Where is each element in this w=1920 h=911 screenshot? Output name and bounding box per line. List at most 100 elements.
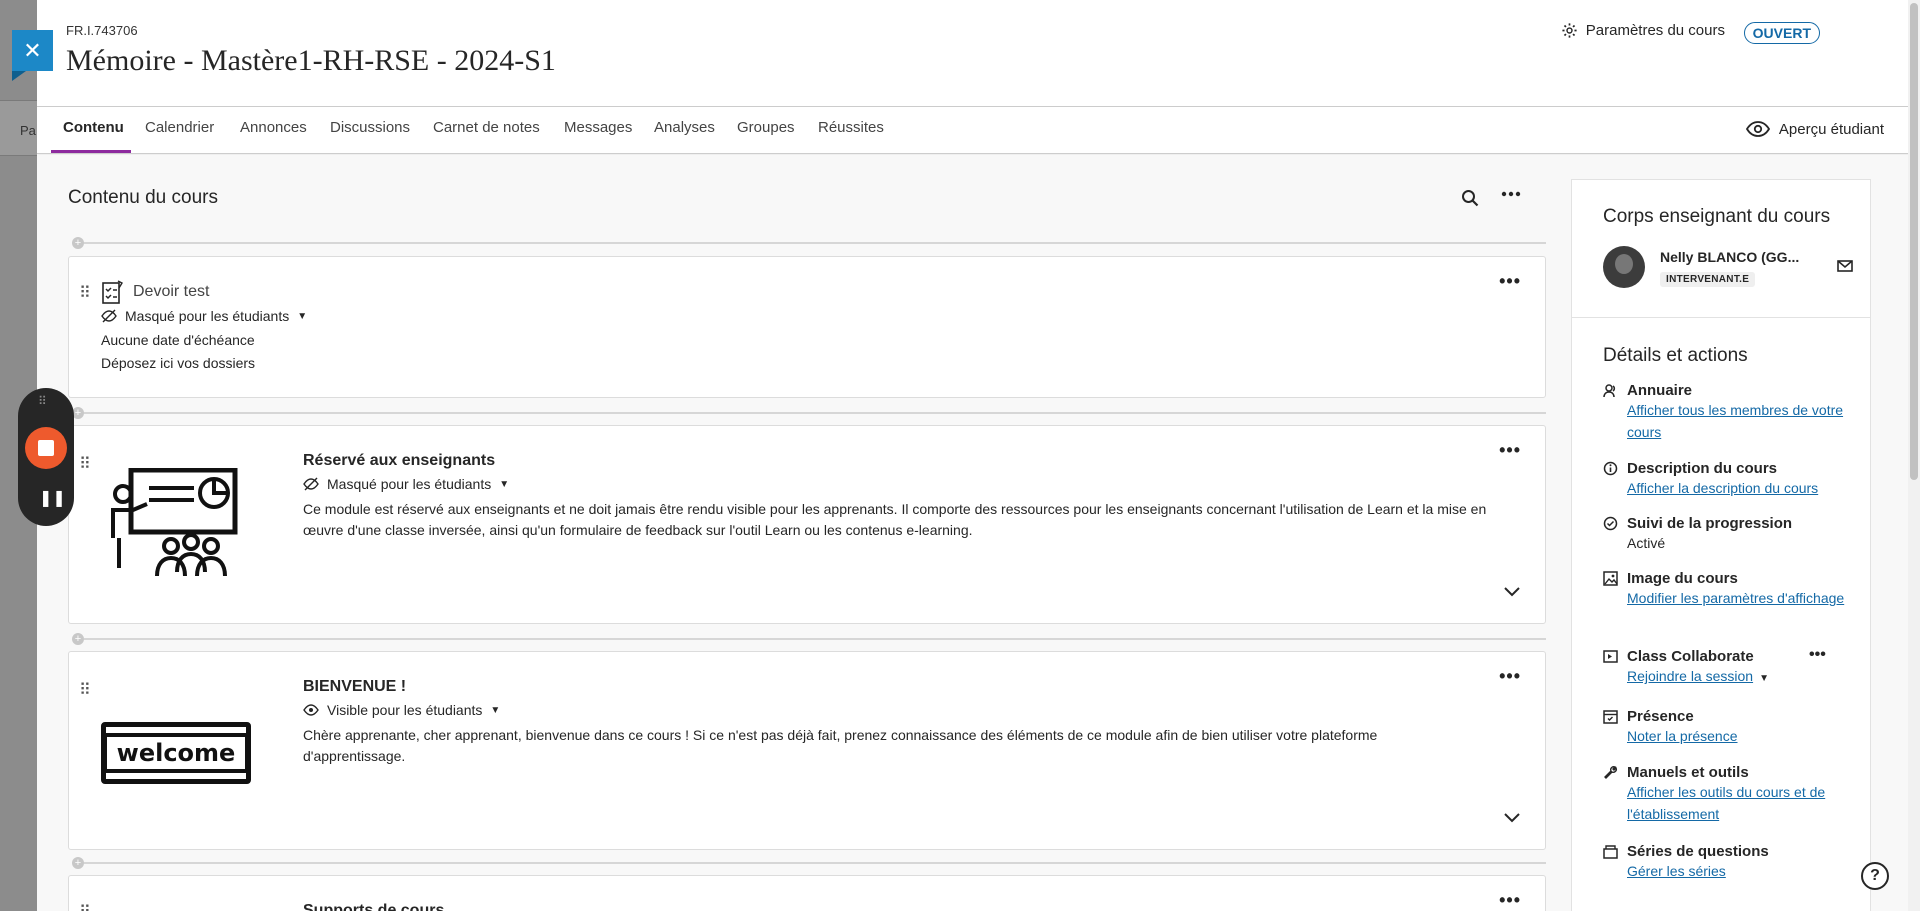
scrollbar-thumb[interactable] [1910, 3, 1918, 480]
tab-groupes[interactable]: Groupes [737, 119, 795, 136]
close-button[interactable]: ✕ [12, 30, 53, 71]
tab-analyses[interactable]: Analyses [654, 119, 715, 136]
drag-handle-icon[interactable]: ⠿ [79, 283, 91, 303]
instructors-title: Corps enseignant du cours [1603, 206, 1831, 227]
visibility-dropdown[interactable]: Visible pour les étudiants ▼ [303, 702, 500, 718]
content-title: Contenu du cours [68, 187, 218, 208]
action-title: Annuaire [1627, 382, 1693, 399]
action-image: Image du cours Modifier les paramètres d… [1603, 570, 1863, 609]
welcome-banner-text: welcome [102, 733, 250, 773]
item-title[interactable]: Devoir test [133, 283, 209, 301]
tab-annonces[interactable]: Annonces [240, 119, 307, 136]
eye-refresh-icon [1745, 121, 1770, 137]
tab-contenu[interactable]: Contenu [63, 119, 124, 136]
stop-recording-button[interactable] [25, 427, 67, 469]
search-icon[interactable] [1461, 189, 1479, 207]
course-id: FR.I.743706 [66, 23, 138, 38]
plus-icon[interactable]: + [72, 857, 84, 869]
visibility-label: Masqué pour les étudiants [125, 308, 290, 324]
teacher-presentation-icon [111, 468, 238, 577]
pause-icon[interactable]: ❚❚ [39, 488, 66, 508]
caret-down-icon[interactable]: ▼ [1759, 673, 1769, 684]
course-status-badge: OUVERT [1743, 22, 1820, 44]
sidebar-divider [1572, 317, 1870, 318]
due-date: Aucune date d'échéance [101, 332, 255, 348]
item-more-icon[interactable]: ••• [1499, 890, 1521, 911]
action-link[interactable]: Modifier les paramètres d'affichage [1627, 590, 1844, 606]
question-bank-icon [1603, 844, 1618, 859]
info-icon [1603, 461, 1618, 476]
item-title[interactable]: Supports de cours [303, 902, 444, 911]
content-item-devoir: ⠿ Devoir test Masqué pour les étudiants ▼… [68, 256, 1546, 398]
add-content-divider[interactable]: + [68, 405, 1546, 421]
course-panel: FR.I.743706 Mémoire - Mastère1-RH-RSE - … [37, 0, 1920, 911]
plus-icon[interactable]: + [72, 237, 84, 249]
action-series: Séries de questions Gérer les séries [1603, 843, 1863, 882]
course-settings-button[interactable]: Paramètres du cours [1561, 22, 1725, 39]
instructor-name[interactable]: Nelly BLANCO (GG... [1660, 249, 1799, 265]
action-title: Image du cours [1627, 570, 1738, 587]
action-link[interactable]: Rejoindre la session [1627, 668, 1753, 684]
avatar[interactable] [1603, 246, 1645, 288]
drag-handle-icon[interactable]: ⠿ [79, 902, 91, 911]
add-content-divider[interactable]: + [68, 235, 1546, 251]
eye-icon [303, 704, 319, 716]
instructor-role-badge: INTERVENANT.E [1660, 272, 1756, 287]
course-details-sidebar: Corps enseignant du cours Nelly BLANCO (… [1571, 179, 1871, 911]
tab-carnet-de-notes[interactable]: Carnet de notes [433, 119, 540, 136]
action-link[interactable]: Noter la présence [1627, 728, 1738, 744]
chevron-down-icon[interactable] [1503, 812, 1521, 823]
student-preview-label: Aperçu étudiant [1778, 120, 1884, 138]
item-more-icon[interactable]: ••• [1499, 271, 1521, 292]
action-progression: Suivi de la progression Activé [1603, 515, 1863, 554]
visibility-dropdown[interactable]: Masqué pour les étudiants ▼ [303, 476, 509, 492]
grip-icon[interactable]: ⠿ [38, 394, 47, 408]
action-annuaire: Annuaire Afficher tous les membres de vo… [1603, 382, 1863, 443]
action-title: Suivi de la progression [1627, 515, 1793, 532]
visibility-dropdown[interactable]: Masqué pour les étudiants ▼ [101, 308, 307, 324]
gear-icon [1562, 23, 1577, 38]
add-content-divider[interactable]: + [68, 855, 1546, 871]
caret-down-icon: ▼ [297, 310, 308, 322]
tab-messages[interactable]: Messages [564, 119, 632, 136]
scrollbar[interactable] [1908, 0, 1920, 911]
stop-icon [38, 440, 54, 456]
content-item-bienvenue: ⠿ welcome BIENVENUE ! Visible pour les é… [68, 651, 1546, 850]
background-nav-strip: Pa [0, 100, 40, 156]
item-description: Chère apprenante, cher apprenant, bienve… [303, 727, 1378, 764]
student-preview-button[interactable]: Aperçu étudiant [1745, 119, 1884, 139]
tab-discussions[interactable]: Discussions [330, 119, 410, 136]
content-item-supports: ⠿ Supports de cours ••• [68, 875, 1546, 911]
item-title[interactable]: Réservé aux enseignants [303, 452, 495, 470]
action-link[interactable]: Afficher la description du cours [1627, 480, 1818, 496]
action-title: Présence [1627, 708, 1694, 725]
action-status: Activé [1627, 535, 1666, 551]
dropzone-text[interactable]: Déposez ici vos dossiers [101, 355, 255, 371]
action-link[interactable]: Afficher les outils du cours et de l'éta… [1627, 784, 1825, 822]
tab-reussites[interactable]: Réussites [818, 119, 884, 136]
caret-down-icon: ▼ [499, 478, 510, 490]
wrench-icon [1604, 766, 1617, 779]
item-more-icon[interactable]: ••• [1499, 440, 1521, 461]
action-link[interactable]: Afficher tous les membres de votre cours [1627, 402, 1843, 440]
item-more-icon[interactable]: ••• [1499, 666, 1521, 687]
help-icon[interactable]: ? [1861, 862, 1889, 890]
add-content-divider[interactable]: + [68, 631, 1546, 647]
action-link[interactable]: Gérer les séries [1627, 863, 1726, 879]
plus-icon[interactable]: + [72, 633, 84, 645]
chevron-down-icon[interactable] [1503, 586, 1521, 597]
welcome-banner-image: welcome [101, 722, 251, 784]
collaborate-more-icon[interactable]: ••• [1809, 646, 1826, 664]
envelope-icon[interactable] [1837, 260, 1853, 272]
attendance-icon [1603, 710, 1618, 724]
drag-handle-icon[interactable]: ⠿ [79, 680, 91, 700]
item-title[interactable]: BIENVENUE ! [303, 678, 406, 696]
drag-handle-icon[interactable]: ⠿ [79, 454, 91, 474]
image-icon [1603, 571, 1618, 586]
tab-calendrier[interactable]: Calendrier [145, 119, 214, 136]
action-presence: Présence Noter la présence [1603, 708, 1863, 747]
caret-down-icon: ▼ [490, 704, 501, 716]
close-icon: ✕ [23, 37, 42, 63]
assignment-icon [102, 280, 123, 304]
content-more-icon[interactable] [1501, 191, 1521, 197]
